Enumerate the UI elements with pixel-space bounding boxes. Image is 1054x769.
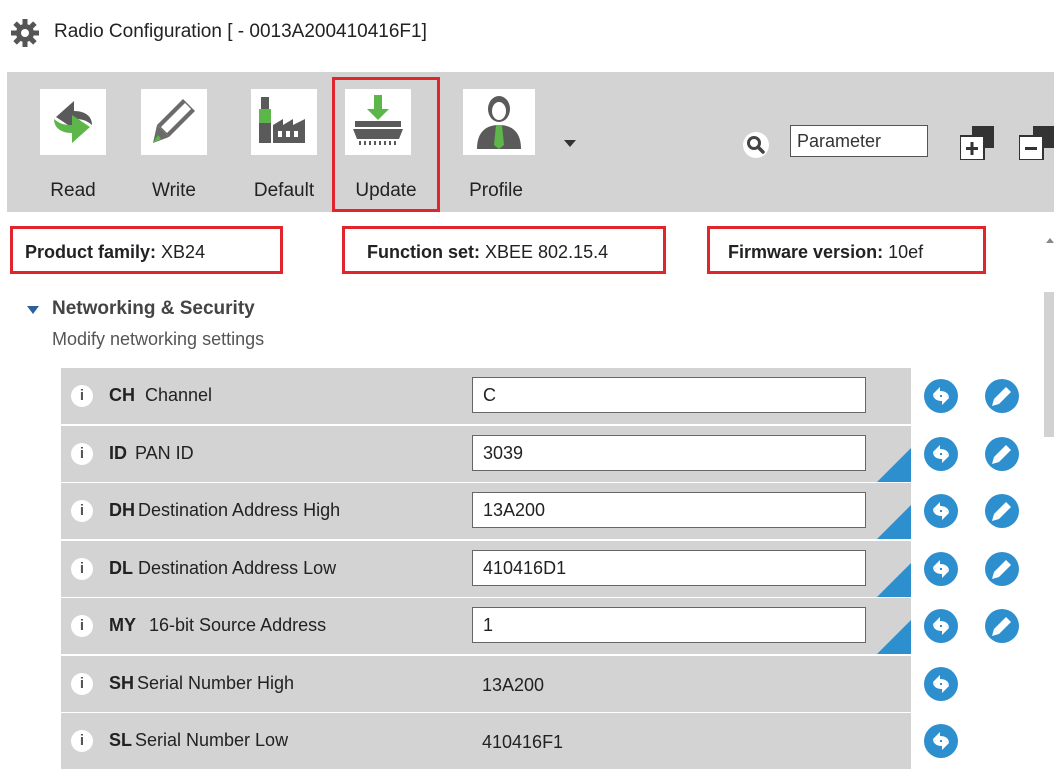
- firmware-version-label: Firmware version:: [728, 242, 884, 262]
- parameter-search-input[interactable]: [790, 125, 928, 157]
- param-row-my: i MY 16-bit Source Address: [61, 598, 911, 654]
- read-param-icon[interactable]: [924, 609, 958, 643]
- product-family-value: XB24: [161, 242, 206, 262]
- modified-indicator: [877, 563, 911, 597]
- search-icon: [743, 132, 769, 158]
- update-label: Update: [355, 180, 417, 201]
- profile-user-icon: [477, 96, 521, 149]
- scroll-up-arrow[interactable]: [1046, 238, 1054, 243]
- product-family-box: Product family: XB24: [10, 226, 283, 274]
- window-title: Radio Configuration [ - 0013A200410416F1…: [54, 21, 427, 42]
- read-icon: [54, 101, 92, 143]
- param-row-sl: i SL Serial Number Low 410416F1: [61, 713, 911, 769]
- profile-dropdown-caret[interactable]: [564, 140, 576, 147]
- read-param-icon[interactable]: [924, 379, 958, 413]
- read-param-icon[interactable]: [924, 724, 958, 758]
- read-param-icon[interactable]: [924, 552, 958, 586]
- param-name: PAN ID: [135, 443, 194, 463]
- write-param-icon[interactable]: [985, 437, 1019, 471]
- param-row-dh: i DH Destination Address High: [61, 483, 911, 539]
- param-value-readonly: 410416F1: [482, 732, 564, 752]
- read-label: Read: [50, 180, 96, 201]
- firmware-version-box: Firmware version: 10ef: [707, 226, 986, 274]
- toolbar: Read Write Default Update Profile Parame…: [7, 72, 1054, 212]
- read-param-icon[interactable]: [924, 667, 958, 701]
- param-row-id: i ID PAN ID: [61, 426, 911, 482]
- modified-indicator: [877, 620, 911, 654]
- title-bar: Radio Configuration [ - 0013A200410416F1…: [0, 0, 1054, 66]
- firmware-version-value: 10ef: [888, 242, 924, 262]
- info-icon[interactable]: i: [71, 385, 93, 407]
- profile-label: Profile: [469, 180, 523, 201]
- param-value-input[interactable]: [472, 377, 866, 413]
- read-param-icon[interactable]: [924, 494, 958, 528]
- param-value-input[interactable]: [472, 550, 866, 586]
- product-family-label: Product family:: [25, 242, 157, 262]
- param-row-dl: i DL Destination Address Low: [61, 541, 911, 597]
- info-icon[interactable]: i: [71, 615, 93, 637]
- param-name: Destination Address High: [138, 500, 341, 520]
- param-value-input[interactable]: [472, 492, 866, 528]
- scrollbar-thumb[interactable]: [1044, 292, 1054, 437]
- param-name: Destination Address Low: [138, 558, 337, 578]
- param-code: MY: [109, 615, 136, 635]
- update-button[interactable]: Update: [332, 77, 440, 212]
- info-icon[interactable]: i: [71, 673, 93, 695]
- modified-indicator: [877, 448, 911, 482]
- firmware-update-icon: [353, 95, 403, 145]
- section-collapse-caret[interactable]: [27, 306, 39, 314]
- param-name: Serial Number Low: [135, 730, 289, 750]
- param-name: 16-bit Source Address: [149, 615, 327, 635]
- param-code: DH: [109, 500, 135, 520]
- param-value-input[interactable]: [472, 607, 866, 643]
- info-icon[interactable]: i: [71, 730, 93, 752]
- write-param-icon[interactable]: [985, 609, 1019, 643]
- info-icon[interactable]: i: [71, 443, 93, 465]
- read-param-icon[interactable]: [924, 437, 958, 471]
- param-value-input[interactable]: [472, 435, 866, 471]
- function-set-box: Function set: XBEE 802.15.4: [342, 226, 666, 274]
- param-row-sh: i SH Serial Number High 13A200: [61, 656, 911, 712]
- param-code: SL: [109, 730, 133, 750]
- write-param-icon[interactable]: [985, 494, 1019, 528]
- section-description: Modify networking settings: [52, 329, 265, 349]
- modified-indicator: [877, 505, 911, 539]
- section-title[interactable]: Networking & Security: [52, 298, 255, 320]
- write-param-icon[interactable]: [985, 552, 1019, 586]
- param-value-readonly: 13A200: [482, 675, 545, 695]
- function-set-value: XBEE 802.15.4: [485, 242, 609, 262]
- param-code: SH: [109, 673, 135, 693]
- default-label: Default: [253, 180, 315, 201]
- param-name: Serial Number High: [137, 673, 295, 693]
- param-code: ID: [109, 443, 127, 463]
- read-button[interactable]: Read: [40, 72, 106, 202]
- info-icon[interactable]: i: [71, 500, 93, 522]
- profile-button[interactable]: Profile: [455, 72, 537, 202]
- write-button[interactable]: Write: [141, 72, 207, 202]
- param-name: Channel: [145, 385, 213, 405]
- write-pencil-icon: [153, 99, 195, 143]
- factory-icon: [259, 97, 305, 143]
- default-button[interactable]: Default: [243, 72, 325, 202]
- collapse-all-icon[interactable]: [1019, 126, 1054, 160]
- write-param-icon[interactable]: [985, 379, 1019, 413]
- gear-icon: [11, 19, 39, 47]
- write-label: Write: [152, 180, 196, 201]
- function-set-label: Function set:: [367, 242, 480, 262]
- info-icon[interactable]: i: [71, 558, 93, 580]
- expand-all-icon[interactable]: [960, 126, 994, 160]
- param-code: DL: [109, 558, 133, 578]
- param-row-ch: i CH Channel: [61, 368, 911, 424]
- param-code: CH: [109, 385, 135, 405]
